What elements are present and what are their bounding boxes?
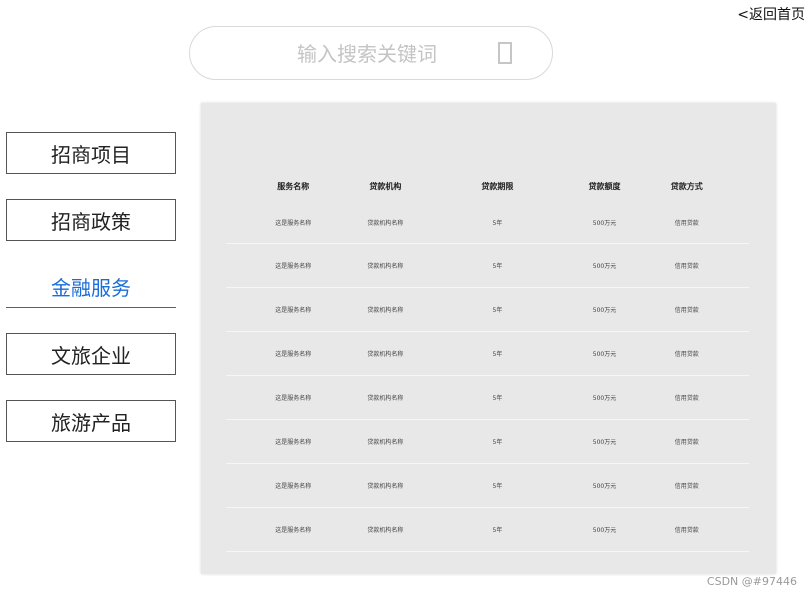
cell-loan-term: 5年 xyxy=(410,375,585,420)
cell-loan-method: 信用贷款 xyxy=(624,287,749,332)
cell-loan-term: 5年 xyxy=(410,331,585,376)
column-header-service-name: 服务名称 xyxy=(277,181,310,191)
cell-loan-method: 信用贷款 xyxy=(624,243,749,288)
cell-loan-method: 信用贷款 xyxy=(624,419,749,464)
cell-loan-amount: 500万元 xyxy=(584,243,625,288)
cell-loan-term: 5年 xyxy=(410,201,585,244)
cell-service-name: 这是服务名称 xyxy=(226,419,361,464)
sidebar-nav: 招商项目 招商政策 金融服务 文旅企业 旅游产品 xyxy=(6,132,176,467)
cell-loan-method: 信用贷款 xyxy=(624,507,749,552)
table-row[interactable]: 这是服务名称 贷款机构名称 5年 500万元 信用贷款 xyxy=(226,243,749,288)
cell-loan-amount: 500万元 xyxy=(584,331,625,376)
column-header-loan-method: 贷款方式 xyxy=(670,181,703,191)
watermark: CSDN @#97446 xyxy=(706,575,797,588)
table-row[interactable]: 这是服务名称 贷款机构名称 5年 500万元 信用贷款 xyxy=(226,375,749,420)
cell-service-name: 这是服务名称 xyxy=(226,287,361,332)
nav-item-investment-policies[interactable]: 招商政策 xyxy=(6,199,176,241)
column-header-loan-institution: 贷款机构 xyxy=(369,181,402,191)
cell-loan-method: 信用贷款 xyxy=(624,201,749,244)
cell-loan-institution: 贷款机构名称 xyxy=(360,331,411,376)
loan-services-table: 服务名称 贷款机构 贷款期限 贷款额度 贷款方式 这是服务名称 贷款机构名称 5… xyxy=(226,171,749,552)
table-row[interactable]: 这是服务名称 贷款机构名称 5年 500万元 信用贷款 xyxy=(226,331,749,376)
table-header-row: 服务名称 贷款机构 贷款期限 贷款额度 贷款方式 xyxy=(226,171,749,201)
cell-loan-institution: 贷款机构名称 xyxy=(360,507,411,552)
cell-service-name: 这是服务名称 xyxy=(226,375,361,420)
search-box[interactable] xyxy=(189,26,553,80)
search-icon[interactable] xyxy=(498,42,512,64)
cell-loan-institution: 贷款机构名称 xyxy=(360,243,411,288)
cell-service-name: 这是服务名称 xyxy=(226,331,361,376)
page: <返回首页 招商项目 招商政策 金融服务 文旅企业 旅游产品 服务名称 贷款机构… xyxy=(0,0,811,596)
table-row[interactable]: 这是服务名称 贷款机构名称 5年 500万元 信用贷款 xyxy=(226,507,749,552)
cell-service-name: 这是服务名称 xyxy=(226,463,361,508)
cell-loan-institution: 贷款机构名称 xyxy=(360,375,411,420)
cell-service-name: 这是服务名称 xyxy=(226,507,361,552)
table-row[interactable]: 这是服务名称 贷款机构名称 5年 500万元 信用贷款 xyxy=(226,287,749,332)
column-header-loan-amount: 贷款额度 xyxy=(588,181,621,191)
cell-service-name: 这是服务名称 xyxy=(226,243,361,288)
table-row[interactable]: 这是服务名称 贷款机构名称 5年 500万元 信用贷款 xyxy=(226,463,749,508)
table-row[interactable]: 这是服务名称 贷款机构名称 5年 500万元 信用贷款 xyxy=(226,419,749,464)
cell-loan-term: 5年 xyxy=(410,419,585,464)
cell-loan-amount: 500万元 xyxy=(584,507,625,552)
cell-loan-institution: 贷款机构名称 xyxy=(360,201,411,244)
back-home-link[interactable]: <返回首页 xyxy=(737,4,805,24)
nav-item-financial-services[interactable]: 金融服务 xyxy=(6,266,176,308)
cell-loan-amount: 500万元 xyxy=(584,201,625,244)
cell-loan-term: 5年 xyxy=(410,463,585,508)
cell-loan-amount: 500万元 xyxy=(584,375,625,420)
content-panel: 服务名称 贷款机构 贷款期限 贷款额度 贷款方式 这是服务名称 贷款机构名称 5… xyxy=(201,103,776,574)
cell-loan-term: 5年 xyxy=(410,507,585,552)
nav-item-culture-tourism-enterprises[interactable]: 文旅企业 xyxy=(6,333,176,375)
nav-item-investment-projects[interactable]: 招商项目 xyxy=(6,132,176,174)
cell-loan-amount: 500万元 xyxy=(584,419,625,464)
cell-loan-term: 5年 xyxy=(410,243,585,288)
cell-loan-institution: 贷款机构名称 xyxy=(360,463,411,508)
nav-item-tourism-products[interactable]: 旅游产品 xyxy=(6,400,176,442)
cell-loan-method: 信用贷款 xyxy=(624,463,749,508)
cell-loan-term: 5年 xyxy=(410,287,585,332)
cell-service-name: 这是服务名称 xyxy=(226,201,361,244)
search-input[interactable] xyxy=(250,37,484,71)
table-row[interactable]: 这是服务名称 贷款机构名称 5年 500万元 信用贷款 xyxy=(226,201,749,244)
cell-loan-institution: 贷款机构名称 xyxy=(360,287,411,332)
cell-loan-institution: 贷款机构名称 xyxy=(360,419,411,464)
cell-loan-method: 信用贷款 xyxy=(624,331,749,376)
cell-loan-method: 信用贷款 xyxy=(624,375,749,420)
cell-loan-amount: 500万元 xyxy=(584,463,625,508)
column-header-loan-term: 贷款期限 xyxy=(481,181,514,191)
cell-loan-amount: 500万元 xyxy=(584,287,625,332)
